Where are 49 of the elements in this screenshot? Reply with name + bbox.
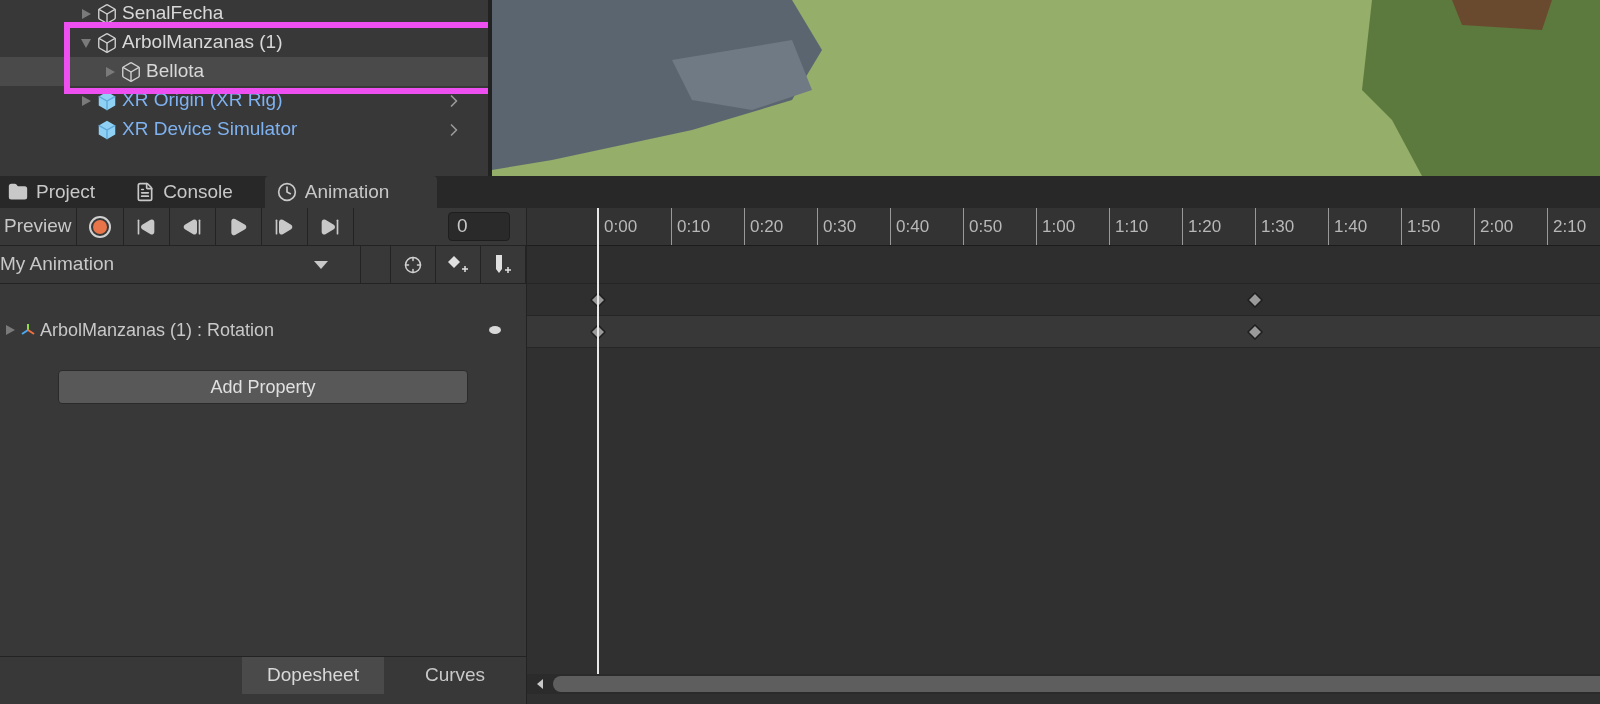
property-row[interactable]: ArbolManzanas (1) : Rotation — [0, 316, 526, 344]
time-label: 0:50 — [968, 216, 1004, 238]
hierarchy-row[interactable]: XR Device Simulator — [0, 115, 488, 144]
preview-toggle[interactable]: Preview — [0, 208, 77, 245]
view-tab[interactable]: Curves — [384, 657, 526, 694]
hierarchy-row[interactable]: Bellota — [0, 57, 488, 86]
collapsed-arrow-icon[interactable] — [80, 7, 92, 20]
dropdown-arrow-icon — [314, 260, 328, 269]
ellipse-icon — [488, 325, 502, 335]
panel-tab[interactable]: Animation — [264, 176, 437, 208]
keyframe-diamond[interactable] — [1247, 291, 1263, 308]
collapsed-arrow-icon[interactable] — [80, 94, 92, 107]
record-icon — [87, 214, 112, 239]
object-name: Bellota — [146, 59, 205, 84]
time-label: 2:00 — [1479, 216, 1515, 238]
time-label: 0:20 — [749, 216, 785, 238]
hierarchy-row[interactable]: SenalFecha — [0, 0, 488, 28]
clip-dropdown[interactable]: My Animation — [0, 246, 361, 283]
time-label: 1:40 — [1333, 216, 1369, 238]
horizontal-scrollbar[interactable] — [527, 674, 1600, 694]
time-label: 0:10 — [676, 216, 712, 238]
folder-icon — [8, 182, 28, 202]
add-property-button[interactable]: Add Property — [58, 370, 468, 404]
frame-field[interactable]: 0 — [448, 212, 510, 241]
property-name: ArbolManzanas (1) : Rotation — [40, 318, 276, 342]
time-label: 0:40 — [895, 216, 931, 238]
time-label: 1:10 — [1114, 216, 1150, 238]
time-label: 1:00 — [1041, 216, 1077, 238]
time-label: 2:10 — [1552, 216, 1588, 238]
object-name: SenalFecha — [122, 1, 224, 26]
object-name: ArbolManzanas (1) — [122, 30, 283, 55]
time-label: 1:20 — [1187, 216, 1223, 238]
time-label: 0:00 — [603, 216, 639, 238]
panel-tab[interactable]: Console — [127, 176, 241, 208]
clock-icon — [276, 182, 297, 202]
keyframe-diamond[interactable] — [1247, 323, 1263, 340]
hierarchy-row[interactable]: ArbolManzanas (1) — [0, 28, 488, 57]
object-name: XR Device Simulator — [122, 117, 298, 142]
time-ruler[interactable]: 0:00 0:10 0:20 0:30 0:40 0:50 1:00 1:10 1:20 1:30 1:40 1:50 2:00 2:10 — [527, 208, 1600, 246]
panel-tab[interactable]: Project — [0, 176, 104, 208]
time-label: 0:30 — [822, 216, 858, 238]
console-icon — [135, 182, 156, 202]
expanded-arrow-icon[interactable] — [80, 36, 92, 49]
time-label: 1:30 — [1260, 216, 1296, 238]
view-tab[interactable]: Dopesheet — [242, 657, 384, 694]
time-label: 1:50 — [1406, 216, 1442, 238]
collapsed-arrow-icon[interactable] — [4, 324, 16, 336]
scroll-left-icon[interactable] — [535, 678, 545, 690]
axes-icon — [20, 322, 36, 338]
